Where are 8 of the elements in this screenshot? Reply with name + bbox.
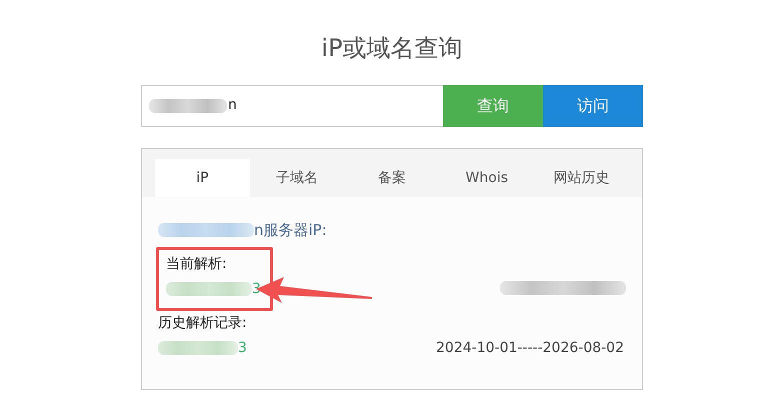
tab[interactable]: iP — [155, 158, 250, 197]
visit-button[interactable]: 访问 — [543, 84, 643, 127]
search-field[interactable]: n — [141, 84, 443, 127]
history-label: 历史解析记录: — [158, 314, 248, 334]
page-title: iP或域名查询 — [320, 34, 464, 63]
date-range: 2024-10-01-----2026-08-02 — [436, 338, 625, 358]
server-heading: n服务器iP: — [254, 220, 327, 241]
current-label: 当前解析: — [166, 255, 228, 274]
